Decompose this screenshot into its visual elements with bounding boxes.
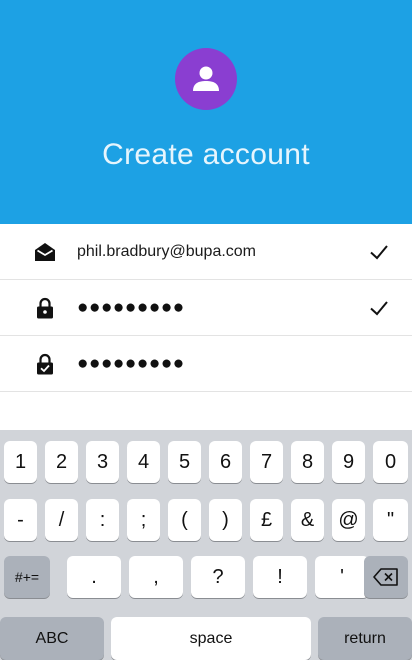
email-value: phil.bradbury@bupa.com bbox=[77, 242, 257, 260]
key-open-paren[interactable]: ( bbox=[168, 499, 201, 541]
delete-key[interactable] bbox=[364, 556, 408, 598]
lock-check-icon bbox=[32, 351, 58, 377]
key-at[interactable]: @ bbox=[332, 499, 365, 541]
envelope-open-icon bbox=[32, 239, 58, 265]
lock-icon bbox=[32, 295, 58, 321]
key-abc[interactable]: ABC bbox=[0, 617, 104, 660]
key-6[interactable]: 6 bbox=[209, 441, 242, 483]
key-hyphen[interactable]: - bbox=[4, 499, 37, 541]
keyboard: 1 2 3 4 5 6 7 8 9 0 - / : ; ( ) £ & @ " … bbox=[0, 430, 412, 660]
key-colon[interactable]: : bbox=[86, 499, 119, 541]
email-field[interactable]: phil.bradbury@bupa.com bbox=[0, 224, 412, 280]
page-title: Create account bbox=[102, 138, 310, 171]
space-key[interactable]: space bbox=[111, 617, 311, 660]
backspace-icon bbox=[373, 568, 398, 586]
key-5[interactable]: 5 bbox=[168, 441, 201, 483]
checkmark-icon bbox=[370, 244, 388, 259]
key-ampersand[interactable]: & bbox=[291, 499, 324, 541]
return-key[interactable]: return bbox=[318, 617, 412, 660]
key-more-symbols[interactable]: #+= bbox=[4, 556, 50, 598]
key-2[interactable]: 2 bbox=[45, 441, 78, 483]
key-period[interactable]: . bbox=[67, 556, 121, 598]
confirm-password-value: ●●●●●●●●● bbox=[77, 352, 185, 374]
key-quote[interactable]: " bbox=[373, 499, 408, 541]
key-0[interactable]: 0 bbox=[373, 441, 408, 483]
key-close-paren[interactable]: ) bbox=[209, 499, 242, 541]
key-pound[interactable]: £ bbox=[250, 499, 283, 541]
key-8[interactable]: 8 bbox=[291, 441, 324, 483]
key-semicolon[interactable]: ; bbox=[127, 499, 160, 541]
key-slash[interactable]: / bbox=[45, 499, 78, 541]
key-apostrophe[interactable]: ' bbox=[315, 556, 369, 598]
confirm-password-field[interactable]: ●●●●●●●●● bbox=[0, 336, 412, 392]
key-1[interactable]: 1 bbox=[4, 441, 37, 483]
checkmark-icon bbox=[370, 300, 388, 315]
password-field[interactable]: ●●●●●●●●● bbox=[0, 280, 412, 336]
signup-form: phil.bradbury@bupa.com ●●●●●●●●● ●●●●●●●… bbox=[0, 224, 412, 392]
key-4[interactable]: 4 bbox=[127, 441, 160, 483]
key-9[interactable]: 9 bbox=[332, 441, 365, 483]
key-question[interactable]: ? bbox=[191, 556, 245, 598]
user-icon bbox=[193, 66, 219, 91]
header: Create account bbox=[0, 0, 412, 224]
avatar[interactable] bbox=[175, 48, 237, 110]
key-7[interactable]: 7 bbox=[250, 441, 283, 483]
password-value: ●●●●●●●●● bbox=[77, 296, 185, 318]
key-3[interactable]: 3 bbox=[86, 441, 119, 483]
key-comma[interactable]: , bbox=[129, 556, 183, 598]
key-exclamation[interactable]: ! bbox=[253, 556, 307, 598]
